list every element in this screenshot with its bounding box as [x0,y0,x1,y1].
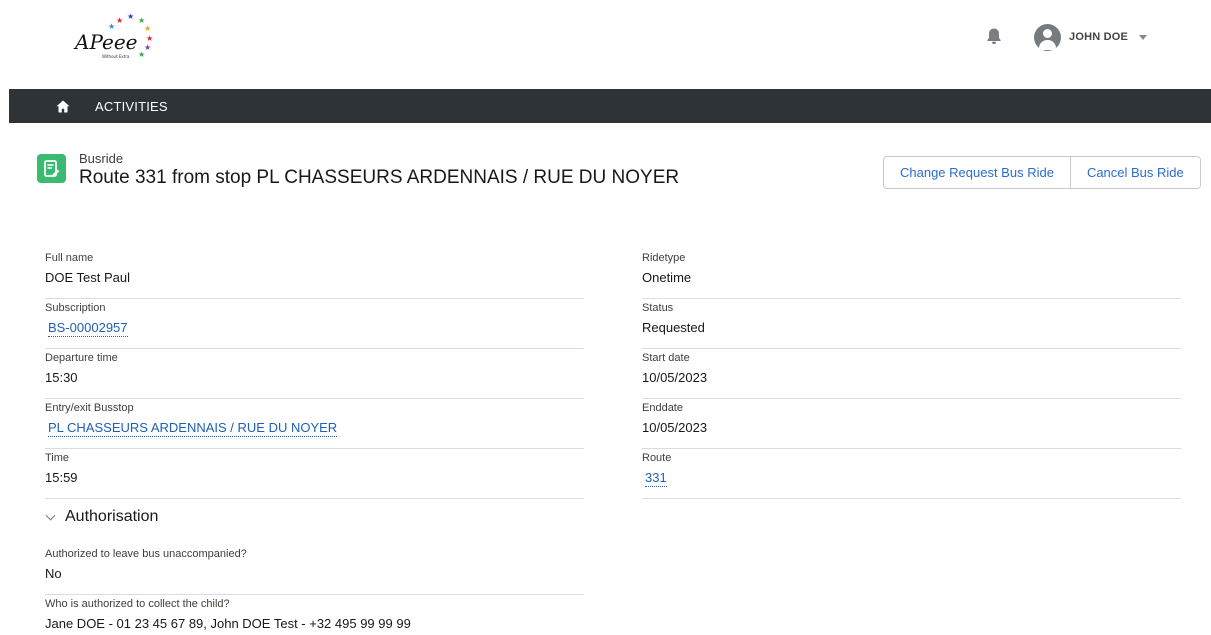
field-label: Subscription [45,302,106,314]
svg-text:★: ★ [144,24,151,33]
global-header: ★ ★ ★ ★ ★ ★ ★ ★ APeee Without Extra JOHN… [0,0,1211,89]
notifications-bell-icon[interactable] [985,27,1003,45]
user-name[interactable]: JOHN DOE [1069,31,1128,43]
field-label: Enddate [642,402,683,414]
field-value: 15:30 [45,370,78,385]
field-full-name: Full name DOE Test Paul [45,249,584,299]
field-label: Departure time [45,352,118,364]
record-type-label: Busride [79,151,124,166]
chevron-down-icon [45,510,56,520]
field-label: Ridetype [642,252,686,264]
user-menu-caret-icon[interactable] [1139,35,1147,40]
field-time: Time 15:59 [45,449,584,499]
change-request-bus-ride-button[interactable]: Change Request Bus Ride [884,157,1070,188]
field-route: Route 331 [642,449,1181,499]
field-label: Entry/exit Busstop [45,402,134,414]
subscription-link[interactable]: BS-00002957 [48,320,128,337]
busride-record-icon [37,154,66,183]
field-subscription: Subscription BS-00002957 [45,299,584,349]
field-value: No [45,566,62,581]
home-icon[interactable] [56,100,70,113]
svg-text:★: ★ [116,16,123,25]
logo-tagline: Without Extra [102,54,130,59]
route-link[interactable]: 331 [645,470,667,487]
field-label: Route [642,452,672,464]
field-start-date: Start date 10/05/2023 [642,349,1181,399]
field-label: Authorized to leave bus unaccompanied? [45,548,247,560]
record-title: Route 331 from stop PL CHASSEURS ARDENNA… [79,167,680,188]
user-avatar-icon[interactable] [1034,24,1061,51]
busstop-link[interactable]: PL CHASSEURS ARDENNAIS / RUE DU NOYER [48,420,338,437]
field-authorized-collectors: Who is authorized to collect the child? … [45,595,584,635]
field-label: Start date [642,352,690,364]
authorisation-section-toggle[interactable]: Authorisation [45,506,158,528]
field-label: Who is authorized to collect the child? [45,598,230,610]
svg-text:★: ★ [127,12,134,21]
app-logo[interactable]: ★ ★ ★ ★ ★ ★ ★ ★ APeee Without Extra [72,12,172,64]
field-value: 10/05/2023 [642,370,708,385]
field-ridetype: Ridetype Onetime [642,249,1181,299]
field-status: Status Requested [642,299,1181,349]
svg-text:★: ★ [146,34,153,43]
field-value: 10/05/2023 [642,420,708,435]
field-label: Status [642,302,674,314]
field-value: 15:59 [45,470,78,485]
field-enddate: Enddate 10/05/2023 [642,399,1181,449]
navigation-bar: ACTIVITIES [9,89,1211,123]
field-value: Jane DOE - 01 23 45 67 89, John DOE Test… [45,616,411,631]
nav-item-activities[interactable]: ACTIVITIES [95,99,168,114]
field-label: Time [45,452,70,464]
record-actions: Change Request Bus Ride Cancel Bus Ride [883,156,1201,189]
field-value: Requested [642,320,705,335]
field-departure-time: Departure time 15:30 [45,349,584,399]
field-value: DOE Test Paul [45,270,131,285]
cancel-bus-ride-button[interactable]: Cancel Bus Ride [1069,157,1200,188]
section-title: Authorisation [65,508,159,525]
logo-wordmark: APeee [73,30,138,54]
field-label: Full name [45,252,94,264]
field-value: Onetime [642,270,692,285]
field-entry-exit-busstop: Entry/exit Busstop PL CHASSEURS ARDENNAI… [45,399,584,449]
svg-text:★: ★ [138,50,145,59]
field-authorized-unaccompanied: Authorized to leave bus unaccompanied? N… [45,545,584,595]
